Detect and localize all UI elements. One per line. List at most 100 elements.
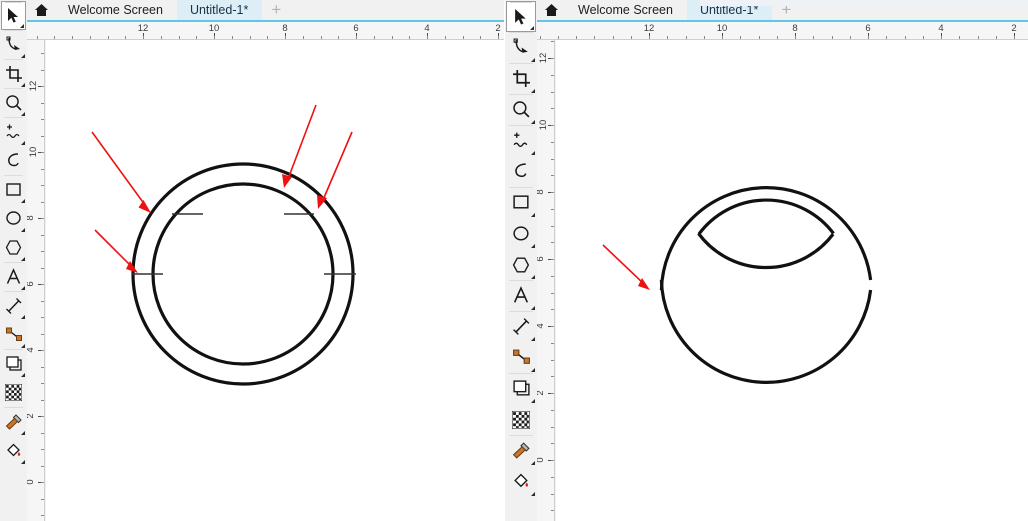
tool-ellipse-tool[interactable] <box>1 204 26 233</box>
flyout-arrow-icon[interactable] <box>531 337 535 341</box>
drop-shadow-icon <box>5 355 22 371</box>
flyout-arrow-icon[interactable] <box>21 286 25 290</box>
vertical-ruler-right[interactable]: 12 10 8 6 4 2 0 <box>537 40 555 521</box>
ruler-tick-minor <box>41 367 44 368</box>
home-button[interactable] <box>27 0 55 20</box>
flyout-arrow-icon[interactable] <box>531 461 535 465</box>
tool-interactive-fill-tool[interactable] <box>1 436 26 465</box>
tool-freehand-tool[interactable] <box>1 117 26 146</box>
tab-welcome-screen[interactable]: Welcome Screen <box>565 0 687 20</box>
flyout-arrow-icon[interactable] <box>531 58 535 62</box>
ruler-tick-minor <box>905 36 906 39</box>
ruler-tick-minor <box>551 460 554 461</box>
horizontal-ruler-right[interactable]: 12 10 8 6 4 2 <box>537 22 1028 40</box>
tool-interactive-fill-tool[interactable] <box>506 466 536 497</box>
ruler-tick-minor <box>959 36 960 39</box>
toolbox-right[interactable] <box>505 0 537 521</box>
tool-connector-tool[interactable] <box>506 342 536 373</box>
tool-transparency-tool[interactable] <box>1 378 26 407</box>
annotation-arrow <box>91 131 151 213</box>
tool-rectangle-tool[interactable] <box>506 187 536 218</box>
ruler-tick-minor <box>41 515 44 516</box>
flyout-arrow-icon[interactable] <box>21 112 25 116</box>
flyout-arrow-icon[interactable] <box>21 460 25 464</box>
tool-parallel-dimension-tool[interactable] <box>506 311 536 342</box>
tool-polygon-tool[interactable] <box>506 249 536 280</box>
flyout-arrow-icon[interactable] <box>21 315 25 319</box>
flyout-arrow-icon[interactable] <box>20 24 24 28</box>
ruler-tick-minor <box>427 36 428 39</box>
canvas-right[interactable] <box>556 40 1028 521</box>
ruler-tick-minor <box>41 466 44 467</box>
ruler-tick-minor <box>41 416 44 417</box>
tool-artistic-media-tool[interactable] <box>1 146 26 175</box>
inner-circle[interactable] <box>151 182 335 366</box>
flyout-arrow-icon[interactable] <box>531 399 535 403</box>
editor-panel-left: Welcome Screen Untitled-1* + 12 10 8 6 4 2 12… <box>0 0 504 521</box>
ruler-tick-minor <box>41 350 44 351</box>
flyout-arrow-icon[interactable] <box>531 368 535 372</box>
connector-icon <box>512 349 530 364</box>
tool-freehand-tool[interactable] <box>506 125 536 156</box>
flyout-arrow-icon[interactable] <box>531 120 535 124</box>
flyout-arrow-icon[interactable] <box>531 213 535 217</box>
flyout-arrow-icon[interactable] <box>21 257 25 261</box>
flyout-arrow-icon[interactable] <box>21 344 25 348</box>
flyout-arrow-icon[interactable] <box>21 199 25 203</box>
tool-zoom-tool[interactable] <box>1 88 26 117</box>
horizontal-ruler-left[interactable]: 12 10 8 6 4 2 <box>27 22 504 40</box>
tool-text-tool[interactable] <box>506 280 536 311</box>
ruler-label: 6 <box>353 23 359 34</box>
tool-rectangle-tool[interactable] <box>1 175 26 204</box>
inner-arc-lower[interactable] <box>697 232 835 270</box>
add-tab-button[interactable]: + <box>262 0 291 20</box>
outer-arc-bottom[interactable] <box>659 279 873 384</box>
tool-parallel-dimension-tool[interactable] <box>1 291 26 320</box>
flyout-arrow-icon[interactable] <box>21 431 25 435</box>
flyout-arrow-icon[interactable] <box>531 151 535 155</box>
tool-color-eyedropper-tool[interactable] <box>506 435 536 466</box>
toolbox-left[interactable] <box>0 0 27 521</box>
tool-transparency-tool[interactable] <box>506 404 536 435</box>
tool-polygon-tool[interactable] <box>1 233 26 262</box>
tabbar-left[interactable]: Welcome Screen Untitled-1* + <box>27 0 504 22</box>
tool-crop-tool[interactable] <box>506 63 536 94</box>
flyout-arrow-icon[interactable] <box>531 244 535 248</box>
tool-shape-tool[interactable] <box>1 30 26 59</box>
tool-text-tool[interactable] <box>1 262 26 291</box>
tool-shape-tool[interactable] <box>506 32 536 63</box>
tool-artistic-media-tool[interactable] <box>506 156 536 187</box>
tool-ellipse-tool[interactable] <box>506 218 536 249</box>
tool-zoom-tool[interactable] <box>506 94 536 125</box>
vertical-ruler-left[interactable]: 12 10 8 6 4 2 0 <box>27 40 45 521</box>
tool-pick-tool[interactable] <box>1 1 26 30</box>
tool-connector-tool[interactable] <box>1 320 26 349</box>
flyout-arrow-icon[interactable] <box>531 89 535 93</box>
flyout-arrow-icon[interactable] <box>21 141 25 145</box>
home-button[interactable] <box>537 0 565 20</box>
tool-crop-tool[interactable] <box>1 59 26 88</box>
arrow-cursor-icon <box>7 8 18 23</box>
flyout-arrow-icon[interactable] <box>531 306 535 310</box>
inner-arc-upper[interactable] <box>697 198 835 236</box>
flyout-arrow-icon[interactable] <box>531 492 535 496</box>
home-icon <box>34 4 48 16</box>
split-circles[interactable] <box>659 186 873 384</box>
tool-color-eyedropper-tool[interactable] <box>1 407 26 436</box>
flyout-arrow-icon[interactable] <box>21 83 25 87</box>
tool-pick-tool[interactable] <box>506 1 536 32</box>
flyout-arrow-icon[interactable] <box>531 275 535 279</box>
canvas-left[interactable] <box>46 40 504 521</box>
flyout-arrow-icon[interactable] <box>21 228 25 232</box>
flyout-arrow-icon[interactable] <box>530 26 534 30</box>
tool-drop-shadow-tool[interactable] <box>1 349 26 378</box>
tab-welcome-screen[interactable]: Welcome Screen <box>55 0 177 20</box>
outer-arc-top[interactable] <box>659 186 873 291</box>
tool-drop-shadow-tool[interactable] <box>506 373 536 404</box>
flyout-arrow-icon[interactable] <box>21 373 25 377</box>
flyout-arrow-icon[interactable] <box>21 54 25 58</box>
ruler-tick-minor <box>392 36 393 39</box>
ruler-tick-minor <box>41 301 44 302</box>
ruler-tick-minor <box>551 142 554 143</box>
tab-untitled-1[interactable]: Untitled-1* <box>176 0 263 20</box>
